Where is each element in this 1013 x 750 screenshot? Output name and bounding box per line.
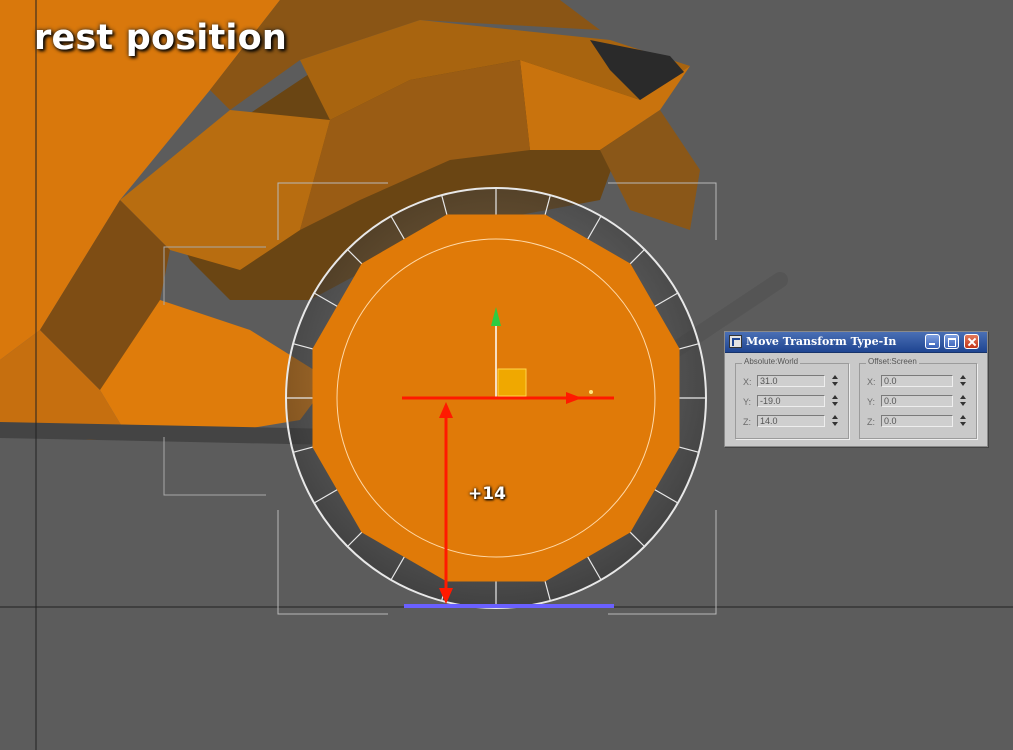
- app-icon: [729, 335, 742, 348]
- axis-label-x: X:: [743, 377, 752, 387]
- dialog-titlebar[interactable]: Move Transform Type-In: [725, 332, 987, 353]
- group-label-absolute-world: Absolute:World: [742, 357, 801, 366]
- gizmo-plane-handle[interactable]: [497, 368, 527, 397]
- axis-label-x: X:: [867, 377, 876, 387]
- viewport[interactable]: rest position +14 Move Transform Type-In…: [0, 0, 1013, 750]
- spinner-icon[interactable]: [832, 375, 839, 387]
- group-label-offset-screen: Offset:Screen: [866, 357, 919, 366]
- move-transform-dialog[interactable]: Move Transform Type-In Absolute:World X:…: [724, 331, 988, 447]
- axis-label-y: Y:: [867, 397, 876, 407]
- axis-label-z: Z:: [867, 417, 875, 427]
- offset-screen-group: Offset:Screen X: 0.0 Y: 0.0 Z: 0.0: [859, 357, 977, 439]
- close-button[interactable]: [964, 334, 979, 349]
- field-row-z: Z: 0.0: [860, 414, 976, 430]
- field-row-x: X: 31.0: [736, 374, 848, 390]
- field-row-z: Z: 14.0: [736, 414, 848, 430]
- axis-label-y: Y:: [743, 397, 752, 407]
- offset-z-input[interactable]: 0.0: [881, 415, 953, 427]
- spinner-icon[interactable]: [832, 415, 839, 427]
- dialog-title: Move Transform Type-In: [746, 335, 897, 348]
- offset-x-input[interactable]: 0.0: [881, 375, 953, 387]
- spinner-icon[interactable]: [832, 395, 839, 407]
- field-row-y: Y: -19.0: [736, 394, 848, 410]
- axis-label-z: Z:: [743, 417, 751, 427]
- absolute-world-group: Absolute:World X: 31.0 Y: -19.0 Z: 14.0: [735, 357, 849, 439]
- spinner-icon[interactable]: [960, 415, 967, 427]
- absolute-x-input[interactable]: 31.0: [757, 375, 825, 387]
- absolute-y-input[interactable]: -19.0: [757, 395, 825, 407]
- spinner-icon[interactable]: [960, 395, 967, 407]
- absolute-z-input[interactable]: 14.0: [757, 415, 825, 427]
- caption-title: rest position: [34, 18, 287, 58]
- field-row-y: Y: 0.0: [860, 394, 976, 410]
- minimize-button[interactable]: [925, 334, 940, 349]
- field-row-x: X: 0.0: [860, 374, 976, 390]
- spinner-icon[interactable]: [960, 375, 967, 387]
- gizmo-x-tip: [589, 390, 593, 394]
- offset-value-label: +14: [468, 484, 506, 504]
- offset-y-input[interactable]: 0.0: [881, 395, 953, 407]
- maximize-button[interactable]: [944, 334, 959, 349]
